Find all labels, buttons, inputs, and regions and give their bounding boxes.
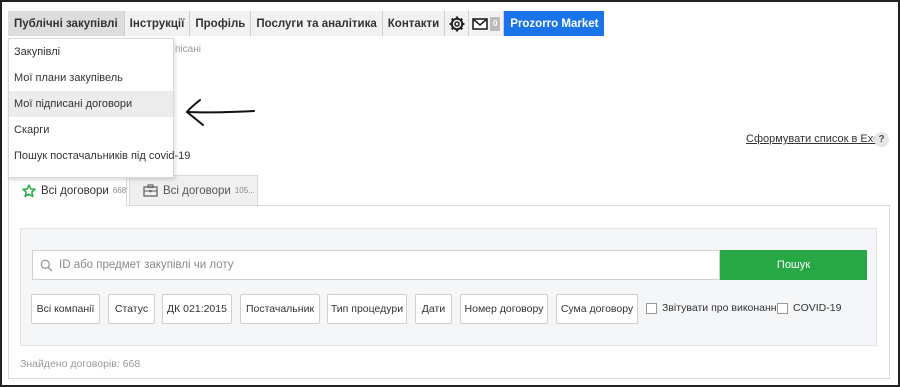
mail-icon [472, 17, 489, 30]
dropdown-item-covid-suppliers[interactable]: Пошук постачальників під covid-19 [9, 143, 190, 169]
nav-contacts[interactable]: Контакти [382, 11, 446, 36]
tab-count: 105... [234, 186, 255, 195]
annotation-arrow-icon [185, 99, 255, 126]
checkbox-square[interactable] [777, 302, 788, 314]
nav-services-analytics[interactable]: Послуги та аналітика [251, 11, 383, 36]
checkbox-label: COVID-19 [793, 302, 842, 314]
help-icon[interactable]: ? [874, 132, 889, 147]
search-placeholder: ID або предмет закупівлі чи лоту [59, 259, 234, 271]
checkbox-label: Звітувати про виконання [662, 302, 783, 314]
briefcase-icon [143, 184, 158, 197]
dropdown-item-procurements[interactable]: Закупівлі [9, 39, 173, 65]
settings-gear-icon[interactable] [445, 11, 470, 36]
search-button[interactable]: Пошук [720, 250, 867, 280]
results-count: Знайдено договорів: 668 [20, 358, 141, 370]
checkbox-report-execution[interactable]: Звітувати про виконання [646, 302, 782, 314]
filter-box [20, 228, 877, 346]
top-nav: Публічні закупівлі Інструкції Профіль По… [8, 11, 605, 36]
dropdown-item-my-signed-contracts[interactable]: Мої підписані договори [9, 91, 173, 117]
checkbox-covid[interactable]: COVID-19 [777, 302, 841, 314]
filter-all-companies[interactable]: Всі компанії [31, 294, 100, 324]
dropdown-item-my-plans[interactable]: Мої плани закупівель [9, 65, 173, 91]
messages-button[interactable]: 0 [469, 11, 505, 36]
nav-public-procurement[interactable]: Публічні закупівлі [8, 11, 125, 36]
search-input[interactable]: ID або предмет закупівлі чи лоту [32, 250, 720, 280]
checkbox-square[interactable] [646, 302, 657, 314]
tab-label: Всі договори [41, 184, 109, 197]
search-icon [40, 259, 53, 272]
nav-profile[interactable]: Профіль [190, 11, 252, 36]
procurement-dropdown-menu: Закупівлі Мої плани закупівель Мої підпи… [8, 38, 190, 178]
star-icon [22, 183, 36, 198]
tab-all-contracts-alt[interactable]: Всі договори 105... [129, 175, 258, 206]
export-excel-link[interactable]: Сформувати список в Excel [746, 133, 887, 145]
filter-dates[interactable]: Дати [415, 294, 452, 324]
tab-all-contracts[interactable]: Всі договори 668 [8, 175, 127, 206]
filter-supplier[interactable]: Постачальник [240, 294, 320, 324]
tab-label: Всі договори [163, 184, 231, 197]
dropdown-item-complaints[interactable]: Скарги [9, 117, 173, 143]
filter-status[interactable]: Статус [108, 294, 155, 324]
filter-procedure-type[interactable]: Тип процедури [327, 294, 407, 324]
nav-instructions[interactable]: Інструкції [124, 11, 191, 36]
mail-count-badge: 0 [490, 16, 501, 31]
prozorro-market-button[interactable]: Prozorro Market [504, 11, 605, 36]
filter-dk021[interactable]: ДК 021:2015 [162, 294, 232, 324]
filter-contract-sum[interactable]: Сума договору [556, 294, 638, 324]
tab-count: 668 [112, 186, 127, 195]
filter-contract-number[interactable]: Номер договору [460, 294, 548, 324]
breadcrumb: пісані [175, 44, 201, 55]
